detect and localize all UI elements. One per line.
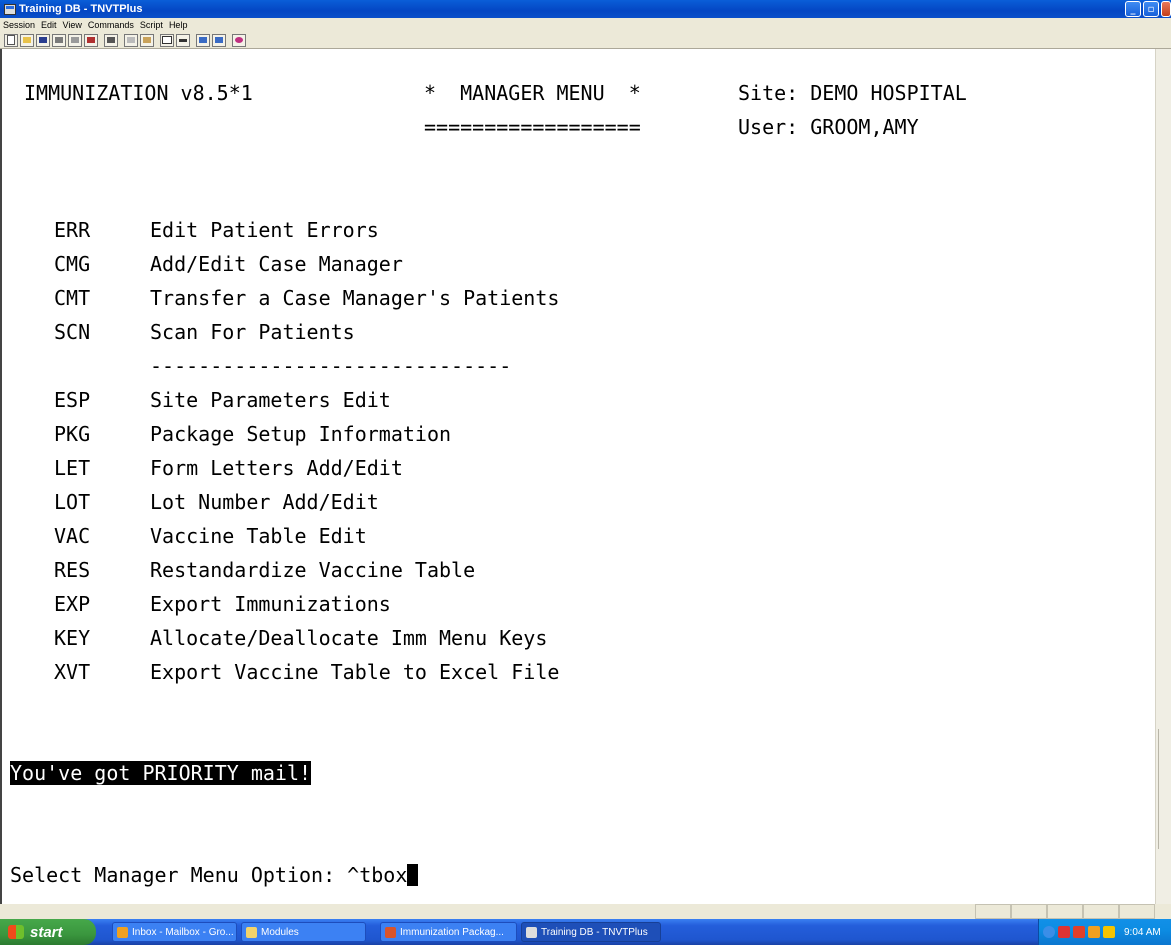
option-code[interactable]: RES [54, 558, 90, 582]
option-code[interactable]: ESP [54, 388, 90, 412]
folder-icon [246, 926, 257, 938]
option-label[interactable]: Export Vaccine Table to Excel File [150, 660, 559, 684]
copy-button[interactable] [124, 33, 138, 47]
minimize-button[interactable]: _ [1125, 1, 1141, 17]
site-label: Site: DEMO HOSPITAL [738, 81, 967, 105]
menu-separator: ------------------------------ [150, 354, 512, 378]
window-titlebar[interactable]: Training DB - TNVTPlus _ ▫ [0, 0, 1171, 18]
menu-edit[interactable]: Edit [41, 20, 57, 30]
user-label: User: GROOM,AMY [738, 115, 919, 139]
option-code[interactable]: EXP [54, 592, 90, 616]
prompt-label: Select Manager Menu Option: [10, 863, 348, 887]
task-outlook[interactable]: Inbox - Mailbox - Gro... [112, 922, 237, 942]
option-label[interactable]: Scan For Patients [150, 320, 355, 344]
option-label[interactable]: Allocate/Deallocate Imm Menu Keys [150, 626, 547, 650]
option-label[interactable]: Form Letters Add/Edit [150, 456, 403, 480]
option-code[interactable]: KEY [54, 626, 90, 650]
connect-button[interactable] [68, 33, 82, 47]
priority-mail-notice: You've got PRIORITY mail! [10, 761, 312, 785]
task-label: Training DB - TNVTPlus [541, 926, 648, 938]
option-label[interactable]: Vaccine Table Edit [150, 524, 367, 548]
menu-bar: Session Edit View Commands Script Help [0, 18, 1171, 32]
task-label: Immunization Packag... [400, 926, 504, 938]
option-label[interactable]: Lot Number Add/Edit [150, 490, 379, 514]
terminal-app-icon [4, 3, 16, 15]
menu-script[interactable]: Script [140, 20, 163, 30]
task-powerpoint[interactable]: Immunization Packag... [380, 922, 517, 942]
option-code[interactable]: VAC [54, 524, 90, 548]
properties-button[interactable] [52, 33, 66, 47]
task-label: Inbox - Mailbox - Gro... [132, 926, 234, 938]
toolbar [0, 32, 1171, 49]
tray-expand-icon[interactable] [1043, 926, 1055, 938]
option-label[interactable]: Add/Edit Case Manager [150, 252, 403, 276]
command-prompt[interactable]: Select Manager Menu Option: ^tbox [10, 863, 419, 887]
window-controls: _ ▫ [1125, 1, 1171, 17]
paste-button[interactable] [140, 33, 154, 47]
menu-view[interactable]: View [63, 20, 82, 30]
option-label[interactable]: Edit Patient Errors [150, 218, 379, 242]
windows-logo-icon [8, 925, 24, 939]
security-shield-icon[interactable] [1103, 926, 1115, 938]
option-label[interactable]: Transfer a Case Manager's Patients [150, 286, 559, 310]
menu-title: * MANAGER MENU * [424, 81, 641, 105]
window-button[interactable] [160, 33, 174, 47]
acrobat-icon[interactable] [1073, 926, 1085, 938]
open-button[interactable] [20, 33, 34, 47]
task-modules[interactable]: Modules [241, 922, 366, 942]
close-button[interactable] [1161, 1, 1171, 17]
save-button[interactable] [36, 33, 50, 47]
option-code[interactable]: ERR [54, 218, 90, 242]
prompt-input[interactable]: ^tbox [347, 863, 407, 887]
disconnect-button[interactable] [84, 33, 98, 47]
status-cells [975, 904, 1155, 919]
taskbar: start Inbox - Mailbox - Gro... Modules I… [0, 919, 1171, 945]
menu-title-underline: ================== [424, 115, 641, 139]
option-code[interactable]: LOT [54, 490, 90, 514]
option-code[interactable]: XVT [54, 660, 90, 684]
option-label[interactable]: Site Parameters Edit [150, 388, 391, 412]
terminal-icon [526, 926, 537, 938]
outlook-icon [117, 926, 128, 938]
window-title: Training DB - TNVTPlus [19, 3, 143, 15]
print-button[interactable] [104, 33, 118, 47]
script-button[interactable] [232, 33, 246, 47]
menu-session[interactable]: Session [3, 20, 35, 30]
receive-file-button[interactable] [212, 33, 226, 47]
send-file-button[interactable] [196, 33, 210, 47]
option-label[interactable]: Package Setup Information [150, 422, 451, 446]
task-label: Modules [261, 926, 299, 938]
outlook-tray-icon[interactable] [1088, 926, 1100, 938]
start-label: start [30, 923, 63, 941]
text-cursor [407, 864, 419, 886]
option-label[interactable]: Restandardize Vaccine Table [150, 558, 475, 582]
task-training-db[interactable]: Training DB - TNVTPlus [521, 922, 661, 942]
start-button[interactable]: start [0, 919, 96, 945]
system-tray: 9:04 AM [1038, 919, 1171, 945]
menu-commands[interactable]: Commands [88, 20, 134, 30]
vertical-scrollbar[interactable] [1155, 49, 1171, 904]
new-session-button[interactable] [4, 33, 18, 47]
clock[interactable]: 9:04 AM [1124, 927, 1161, 938]
option-label[interactable]: Export Immunizations [150, 592, 391, 616]
powerpoint-icon [385, 926, 396, 938]
option-code[interactable]: CMT [54, 286, 90, 310]
menu-help[interactable]: Help [169, 20, 188, 30]
option-code[interactable]: SCN [54, 320, 90, 344]
app-version: IMMUNIZATION v8.5*1 [24, 81, 253, 105]
terminal-screen[interactable]: IMMUNIZATION v8.5*1 * MANAGER MENU * Sit… [0, 49, 1155, 904]
option-code[interactable]: LET [54, 456, 90, 480]
tray-app-icon[interactable] [1058, 926, 1070, 938]
maximize-button[interactable]: ▫ [1143, 1, 1159, 17]
option-code[interactable]: PKG [54, 422, 90, 446]
option-code[interactable]: CMG [54, 252, 90, 276]
keyboard-button[interactable] [176, 33, 190, 47]
